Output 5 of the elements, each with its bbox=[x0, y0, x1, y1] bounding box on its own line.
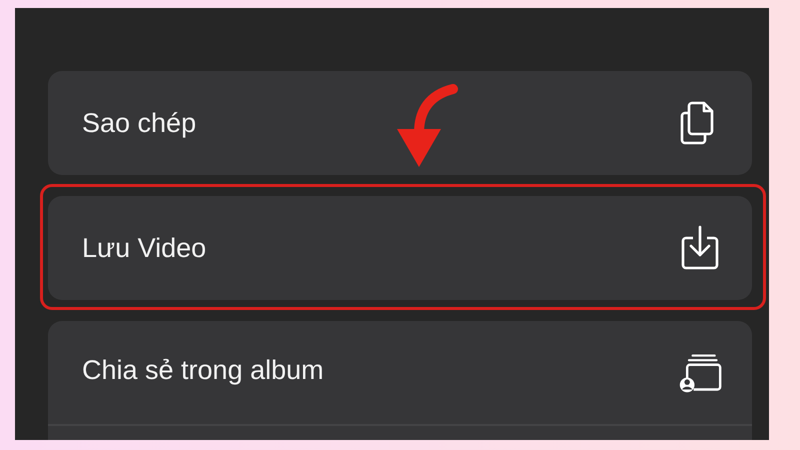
action-label: Lưu Video bbox=[82, 232, 206, 264]
action-row[interactable]: Chia sẻ trong album bbox=[40, 309, 766, 440]
action-label: Chia sẻ trong album bbox=[82, 355, 324, 386]
action-row[interactable]: Sao chép bbox=[40, 59, 766, 185]
action-label: Sao chép bbox=[82, 108, 196, 138]
